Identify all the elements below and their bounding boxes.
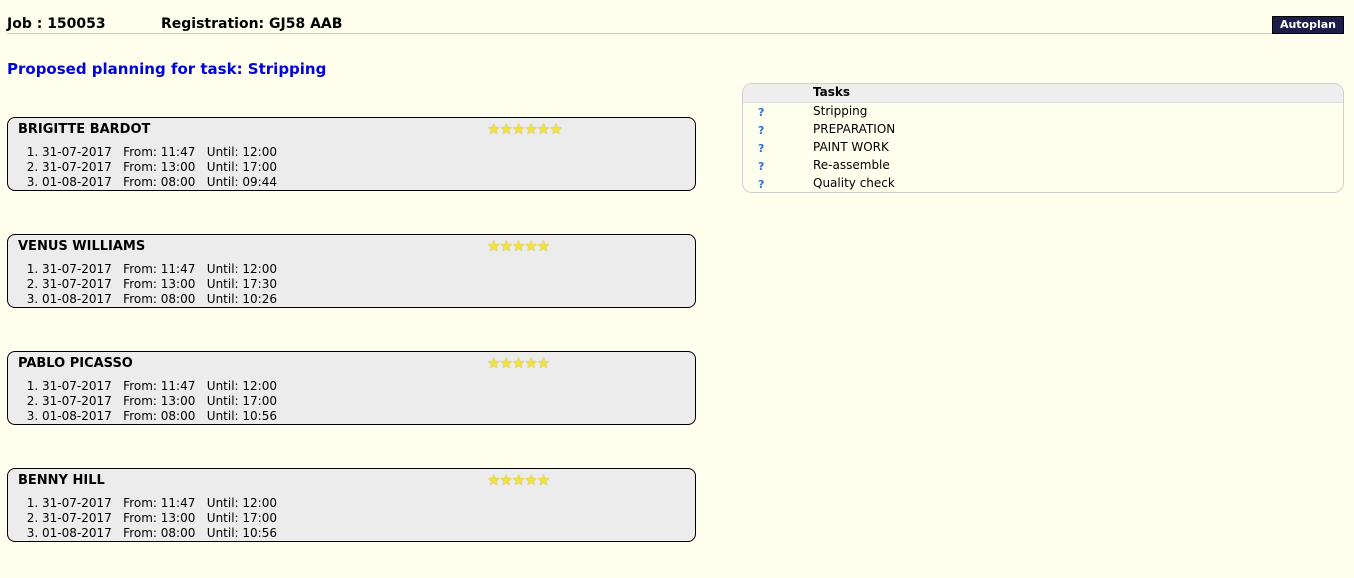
slot-item: 31-07-2017 From: 13:00 Until: 17:00 — [42, 511, 277, 526]
help-icon[interactable]: ? — [758, 142, 764, 155]
job-header: Job : 150053 Registration: GJ58 AAB Auto… — [7, 14, 1344, 34]
slot-list: 31-07-2017 From: 11:47 Until: 12:00 31-0… — [42, 496, 277, 541]
mechanic-name: PABLO PICASSO — [18, 356, 133, 371]
mechanic-card[interactable]: PABLO PICASSO ★★★★★ 31-07-2017 From: 11:… — [7, 351, 696, 425]
slot-item: 31-07-2017 From: 13:00 Until: 17:00 — [42, 160, 277, 175]
help-icon[interactable]: ? — [758, 178, 764, 191]
autoplan-button[interactable]: Autoplan — [1271, 16, 1344, 34]
task-label: PAINT WORK — [813, 140, 889, 154]
help-icon[interactable]: ? — [758, 106, 764, 119]
mechanic-card[interactable]: VENUS WILLIAMS ★★★★★ 31-07-2017 From: 11… — [7, 234, 696, 308]
tasks-panel: Tasks ? Stripping ? PREPARATION ? PAINT … — [742, 83, 1344, 193]
slot-item: 31-07-2017 From: 11:47 Until: 12:00 — [42, 379, 277, 394]
job-number: Job : 150053 — [7, 16, 106, 32]
slot-item: 31-07-2017 From: 11:47 Until: 12:00 — [42, 496, 277, 511]
slot-item: 01-08-2017 From: 08:00 Until: 09:44 — [42, 175, 277, 190]
mechanic-name: BENNY HILL — [18, 473, 105, 488]
slot-item: 31-07-2017 From: 11:47 Until: 12:00 — [42, 262, 277, 277]
slot-list: 31-07-2017 From: 11:47 Until: 12:00 31-0… — [42, 145, 277, 190]
star-rating-icon: ★★★★★ — [487, 237, 550, 255]
mechanic-name: VENUS WILLIAMS — [18, 239, 146, 254]
task-label: Re-assemble — [813, 158, 890, 172]
task-row[interactable]: ? Quality check — [743, 175, 1343, 192]
task-row[interactable]: ? PAINT WORK — [743, 139, 1343, 157]
page-title: Proposed planning for task: Stripping — [7, 60, 327, 78]
task-label: PREPARATION — [813, 122, 896, 136]
task-label: Quality check — [813, 176, 895, 190]
slot-item: 01-08-2017 From: 08:00 Until: 10:26 — [42, 292, 277, 307]
tasks-header: Tasks — [743, 84, 1343, 103]
mechanic-name: BRIGITTE BARDOT — [18, 122, 151, 137]
mechanic-card[interactable]: BRIGITTE BARDOT ★★★★★★ 31-07-2017 From: … — [7, 117, 696, 191]
slot-item: 31-07-2017 From: 13:00 Until: 17:30 — [42, 277, 277, 292]
slot-item: 31-07-2017 From: 11:47 Until: 12:00 — [42, 145, 277, 160]
star-rating-icon: ★★★★★ — [487, 354, 550, 372]
tasks-header-label: Tasks — [813, 85, 851, 99]
slot-item: 31-07-2017 From: 13:00 Until: 17:00 — [42, 394, 277, 409]
task-row[interactable]: ? Re-assemble — [743, 157, 1343, 175]
registration: Registration: GJ58 AAB — [161, 16, 343, 32]
help-icon[interactable]: ? — [758, 160, 764, 173]
slot-list: 31-07-2017 From: 11:47 Until: 12:00 31-0… — [42, 262, 277, 307]
task-label: Stripping — [813, 104, 868, 118]
task-row[interactable]: ? Stripping — [743, 103, 1343, 121]
task-row[interactable]: ? PREPARATION — [743, 121, 1343, 139]
mechanic-card[interactable]: BENNY HILL ★★★★★ 31-07-2017 From: 11:47 … — [7, 468, 696, 542]
help-icon[interactable]: ? — [758, 124, 764, 137]
slot-list: 31-07-2017 From: 11:47 Until: 12:00 31-0… — [42, 379, 277, 424]
star-rating-icon: ★★★★★★ — [487, 120, 563, 138]
slot-item: 01-08-2017 From: 08:00 Until: 10:56 — [42, 526, 277, 541]
slot-item: 01-08-2017 From: 08:00 Until: 10:56 — [42, 409, 277, 424]
star-rating-icon: ★★★★★ — [487, 471, 550, 489]
